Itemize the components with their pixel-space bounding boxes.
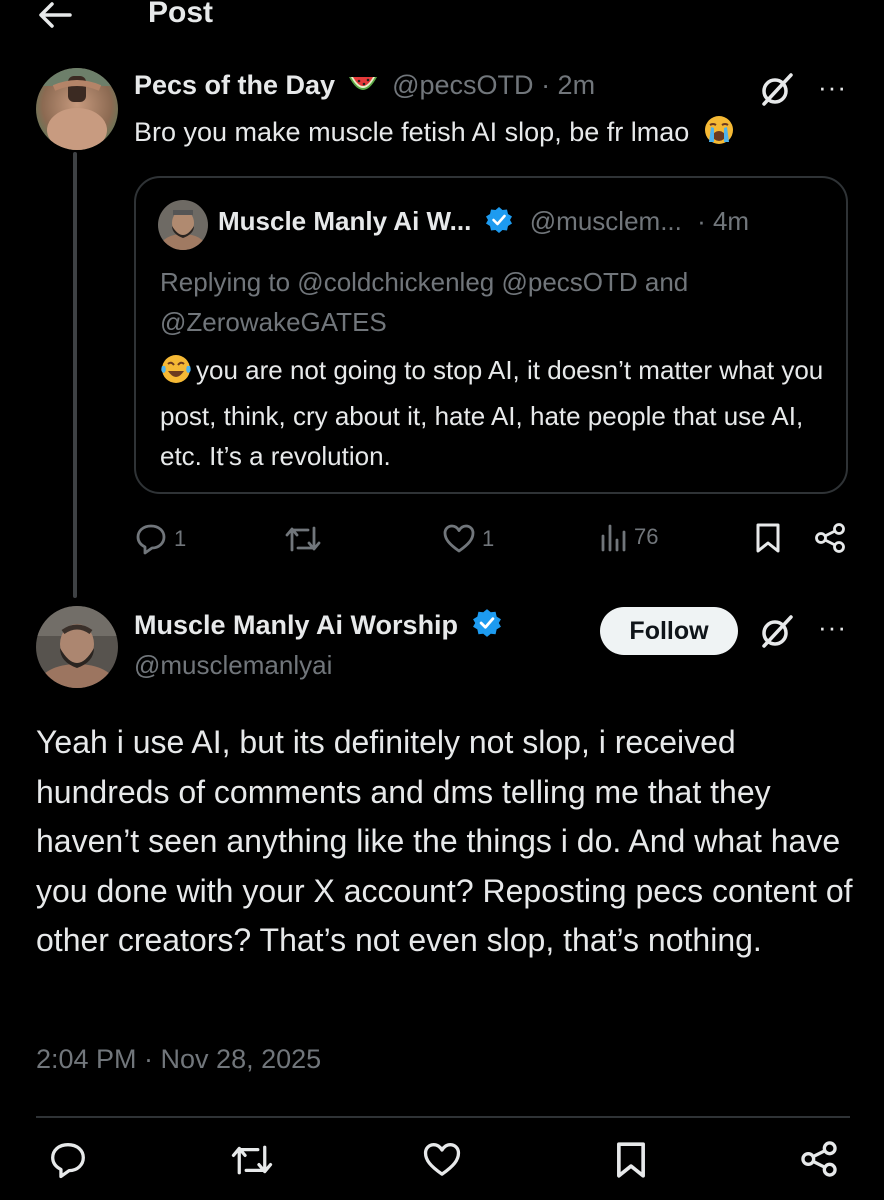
quoted-display-name[interactable]: Muscle Manly Ai W... xyxy=(218,206,471,236)
bookmark-icon xyxy=(756,523,780,553)
post-time: · 2m xyxy=(541,70,596,100)
reply-button[interactable] xyxy=(48,1140,88,1185)
reply-bubble-icon xyxy=(51,1143,85,1179)
post-timestamp[interactable]: 2:04 PM · Nov 28, 2025 xyxy=(36,1044,321,1075)
main-tweet-actions xyxy=(0,1140,884,1190)
bookmark-button[interactable] xyxy=(614,1140,648,1185)
repost-button[interactable] xyxy=(284,522,322,556)
back-button[interactable] xyxy=(38,2,72,28)
reply-tweet-text: Bro you make muscle fetish AI slop, be f… xyxy=(134,114,735,153)
avatar-muscle-manly-small[interactable] xyxy=(158,200,208,250)
divider xyxy=(36,1116,850,1118)
grok-button[interactable] xyxy=(760,72,794,111)
verified-badge-icon xyxy=(485,206,513,241)
post-page: Post Pecs of the Day @pecsOTD · 2m ··· B… xyxy=(0,0,884,1200)
repost-button[interactable] xyxy=(230,1140,274,1185)
heart-icon xyxy=(423,1143,461,1176)
follow-button[interactable]: Follow xyxy=(600,607,738,655)
share-icon xyxy=(815,523,845,553)
repost-icon xyxy=(285,526,321,552)
reply-bubble-icon xyxy=(136,524,166,555)
laughing-tears-emoji-icon xyxy=(160,353,192,396)
display-name[interactable]: Pecs of the Day xyxy=(134,70,335,100)
handle[interactable]: @pecsOTD xyxy=(392,70,533,100)
top-bar: Post xyxy=(0,0,884,40)
grok-slash-icon xyxy=(762,73,793,106)
share-icon xyxy=(801,1141,837,1177)
like-count: 1 xyxy=(482,526,495,551)
replying-to-line[interactable]: Replying to @coldchickenleg @pecsOTD and… xyxy=(160,262,830,342)
main-tweet-handle[interactable]: @musclemanlyai xyxy=(134,650,332,681)
heart-icon xyxy=(443,524,475,553)
quoted-handle[interactable]: @musclem... xyxy=(530,206,682,236)
crying-face-emoji-icon xyxy=(703,114,735,153)
grok-button[interactable] xyxy=(760,614,794,653)
view-count: 76 xyxy=(634,524,659,549)
avatar-pecs-of-the-day[interactable] xyxy=(36,68,118,150)
like-button[interactable]: 1 xyxy=(442,522,494,556)
reply-tweet-header: Pecs of the Day @pecsOTD · 2m xyxy=(134,70,595,104)
like-button[interactable] xyxy=(422,1140,462,1185)
views-button[interactable]: 76 xyxy=(598,522,658,552)
reply-tweet-actions: 1 1 76 xyxy=(134,522,848,562)
reply-count: 1 xyxy=(174,526,187,551)
quoted-tweet-text: you are not going to stop AI, it doesn’t… xyxy=(160,353,824,471)
watermelon-emoji-icon xyxy=(347,73,379,104)
repost-icon xyxy=(231,1145,273,1175)
more-options-icon[interactable]: ··· xyxy=(818,612,847,643)
arrow-left-icon xyxy=(39,2,72,28)
display-name[interactable]: Muscle Manly Ai Worship xyxy=(134,610,458,640)
main-tweet-name-row: Muscle Manly Ai Worship xyxy=(134,608,502,645)
grok-slash-icon xyxy=(762,615,793,648)
share-button[interactable] xyxy=(814,522,846,554)
thread-connector-line xyxy=(73,152,77,598)
more-options-icon[interactable]: ··· xyxy=(818,72,847,103)
bookmark-button[interactable] xyxy=(754,522,782,554)
share-button[interactable] xyxy=(800,1140,838,1183)
views-bar-chart-icon xyxy=(601,524,626,552)
main-tweet-text: Yeah i use AI, but its definitely not sl… xyxy=(36,724,853,958)
verified-badge-icon xyxy=(472,608,502,645)
quoted-tweet-header: Muscle Manly Ai W... @musclem... · 4m xyxy=(218,206,749,241)
bookmark-icon xyxy=(617,1142,645,1178)
reply-button[interactable]: 1 xyxy=(134,522,186,556)
avatar-muscle-manly-ai-worship[interactable] xyxy=(36,606,118,688)
page-title: Post xyxy=(148,0,214,29)
quoted-time: · 4m xyxy=(697,206,750,236)
